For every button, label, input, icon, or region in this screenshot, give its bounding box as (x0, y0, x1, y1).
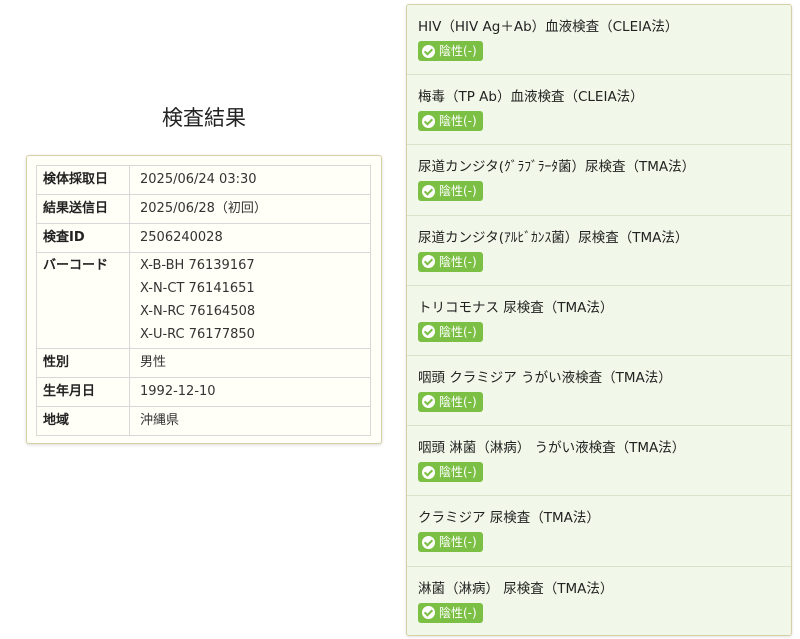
check-circle-icon (422, 535, 435, 549)
info-label: 地域 (43, 413, 70, 428)
barcode-value: X-N-CT 76141651 (140, 281, 255, 296)
info-row-region: 地域 沖縄県 (36, 406, 371, 436)
badge-label: 陰性(-) (439, 324, 477, 339)
info-label: バーコード (43, 258, 109, 273)
results-list: HIV（HIV Ag＋Ab）血液検査（CLEIA法） 陰性(-) 梅毒（TP A… (406, 4, 792, 636)
badge-label: 陰性(-) (439, 605, 477, 620)
badge-label: 陰性(-) (439, 254, 477, 269)
test-name: HIV（HIV Ag＋Ab）血液検査（CLEIA法） (418, 19, 679, 35)
test-name: クラミジア 尿検査（TMA法） (418, 510, 600, 527)
info-row-test-id: 検査ID 2506240028 (36, 223, 371, 253)
result-item: 咽頭 淋菌（淋病） うがい液検査（TMA法） 陰性(-) (407, 426, 791, 497)
patient-info-card: 検体採取日 2025/06/24 03:30 結果送信日 2025/06/28（… (26, 155, 382, 444)
check-circle-icon (422, 184, 435, 198)
result-item: トリコモナス 尿検査（TMA法） 陰性(-) (407, 286, 791, 356)
patient-info-table: 検体採取日 2025/06/24 03:30 結果送信日 2025/06/28（… (36, 165, 371, 436)
negative-badge: 陰性(-) (418, 251, 483, 272)
negative-badge: 陰性(-) (418, 321, 483, 342)
result-item: 淋菌（淋病） 尿検査（TMA法） 陰性(-) (407, 567, 791, 637)
negative-badge: 陰性(-) (418, 532, 483, 553)
info-value: 男性 (140, 355, 167, 370)
check-circle-icon (422, 255, 435, 269)
check-circle-icon (422, 44, 435, 58)
badge-label: 陰性(-) (439, 114, 477, 129)
check-circle-icon (422, 465, 435, 479)
result-item: 梅毒（TP Ab）血液検査（CLEIA法） 陰性(-) (407, 75, 791, 146)
test-name: 尿道カンジタ(ｸﾞﾗﾌﾞﾗｰﾀ菌）尿検査（TMA法） (418, 159, 696, 176)
test-name: 尿道カンジタ(ｱﾙﾋﾞｶﾝｽ菌）尿検査（TMA法） (418, 229, 689, 246)
info-row-birthdate: 生年月日 1992-12-10 (36, 377, 371, 407)
barcode-value: X-N-RC 76164508 (140, 304, 256, 319)
negative-badge: 陰性(-) (418, 181, 483, 202)
info-label: 生年月日 (43, 384, 96, 399)
result-item: 尿道カンジタ(ｸﾞﾗﾌﾞﾗｰﾀ菌）尿検査（TMA法） 陰性(-) (407, 145, 791, 216)
test-name: 咽頭 クラミジア うがい液検査（TMA法） (418, 369, 672, 386)
info-value: 2025/06/24 03:30 (140, 172, 257, 187)
info-row-send-date: 結果送信日 2025/06/28（初回） (36, 194, 371, 224)
badge-label: 陰性(-) (439, 535, 477, 550)
info-label: 検査ID (43, 230, 85, 245)
badge-label: 陰性(-) (439, 394, 477, 409)
check-circle-icon (422, 395, 435, 409)
info-label: 性別 (43, 355, 70, 370)
negative-badge: 陰性(-) (418, 462, 483, 483)
result-item: HIV（HIV Ag＋Ab）血液検査（CLEIA法） 陰性(-) (407, 5, 791, 76)
result-item: 尿道カンジタ(ｱﾙﾋﾞｶﾝｽ菌）尿検査（TMA法） 陰性(-) (407, 216, 791, 286)
result-item: 咽頭 クラミジア うがい液検査（TMA法） 陰性(-) (407, 356, 791, 427)
check-circle-icon (422, 606, 435, 619)
test-name: 淋菌（淋病） 尿検査（TMA法） (418, 580, 614, 597)
check-circle-icon (422, 325, 435, 339)
info-value: 沖縄県 (140, 413, 180, 428)
page-title: 検査結果 (162, 106, 246, 130)
test-name: 咽頭 淋菌（淋病） うがい液検査（TMA法） (418, 440, 686, 457)
barcode-value: X-B-BH 76139167 (140, 258, 255, 273)
test-name: トリコモナス 尿検査（TMA法） (418, 299, 614, 316)
check-circle-icon (422, 114, 435, 128)
barcode-list: X-B-BH 76139167 X-N-CT 76141651 X-N-RC 7… (140, 253, 360, 348)
badge-label: 陰性(-) (439, 44, 477, 58)
info-value: 2506240028 (140, 230, 223, 245)
info-label: 検体採取日 (43, 172, 109, 187)
negative-badge: 陰性(-) (418, 111, 483, 132)
barcode-value: X-U-RC 76177850 (140, 327, 255, 342)
result-item: クラミジア 尿検査（TMA法） 陰性(-) (407, 496, 791, 567)
negative-badge: 陰性(-) (418, 602, 483, 623)
badge-label: 陰性(-) (439, 465, 477, 480)
info-row-gender: 性別 男性 (36, 348, 371, 378)
info-value: 1992-12-10 (140, 384, 216, 399)
info-label: 結果送信日 (43, 201, 109, 216)
info-value: 2025/06/28（初回） (140, 201, 267, 216)
negative-badge: 陰性(-) (418, 391, 483, 412)
badge-label: 陰性(-) (439, 184, 477, 199)
test-name: 梅毒（TP Ab）血液検査（CLEIA法） (418, 89, 644, 106)
negative-badge: 陰性(-) (418, 41, 483, 61)
info-row-collection-date: 検体採取日 2025/06/24 03:30 (36, 165, 371, 195)
info-row-barcode: バーコード X-B-BH 76139167 X-N-CT 76141651 X-… (36, 252, 371, 349)
